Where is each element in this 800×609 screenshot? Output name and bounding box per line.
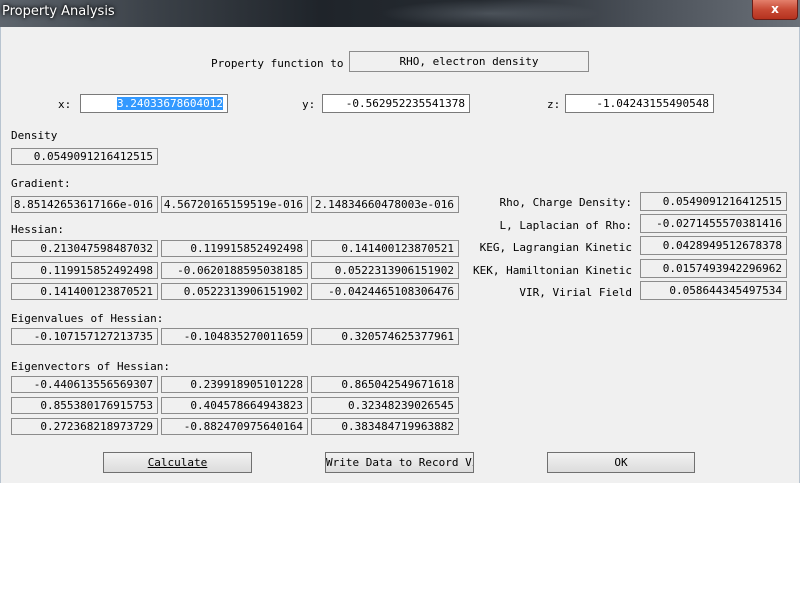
keg-label: KEG, Lagrangian Kinetic	[479, 241, 632, 254]
eigenvector-cell: 0.32348239026545	[311, 397, 459, 414]
kek-label: KEK, Hamiltonian Kinetic	[473, 264, 632, 277]
y-label: y:	[302, 98, 316, 111]
ok-button[interactable]: OK	[547, 452, 695, 473]
eigenvector-cell: 0.855380176915753	[11, 397, 158, 414]
window-title: Property Analysis	[2, 4, 115, 19]
rho-label: Rho, Charge Density:	[499, 196, 632, 209]
property-function-field[interactable]: RHO, electron density	[349, 51, 589, 72]
x-input[interactable]: 3.24033678604012	[80, 94, 228, 113]
gradient-label: Gradient:	[11, 177, 71, 190]
vir-label: VIR, Virial Field	[519, 286, 632, 299]
hessian-cell: 0.0522313906151902	[311, 262, 459, 279]
eigenvectors-label: Eigenvectors of Hessian:	[11, 360, 170, 373]
write-data-button[interactable]: Write Data to Record View	[325, 452, 474, 473]
eigenvector-cell: 0.404578664943823	[161, 397, 308, 414]
z-label: z:	[547, 98, 561, 111]
density-label: Density	[11, 129, 58, 142]
rho-value: 0.0549091216412515	[640, 192, 787, 211]
laplacian-label: L, Laplacian of Rho:	[499, 219, 632, 232]
density-value: 0.0549091216412515	[11, 148, 158, 165]
hessian-cell: 0.119915852492498	[11, 262, 158, 279]
hessian-cell: -0.0424465108306476	[311, 283, 459, 300]
eigenvalue-2: -0.104835270011659	[161, 328, 308, 345]
y-input[interactable]: -0.562952235541378	[322, 94, 470, 113]
eigenvector-cell: 0.239918905101228	[161, 376, 308, 393]
hessian-cell: 0.141400123870521	[11, 283, 158, 300]
title-bar: Property Analysis x	[0, 0, 800, 27]
eigenvalue-1: -0.107157127213735	[11, 328, 158, 345]
property-function-label: Property function to	[211, 57, 344, 70]
eigenvector-cell: 0.272368218973729	[11, 418, 158, 435]
eigenvalues-label: Eigenvalues of Hessian:	[11, 312, 164, 325]
eigenvector-cell: 0.865042549671618	[311, 376, 459, 393]
hessian-cell: 0.0522313906151902	[161, 283, 308, 300]
x-input-value: 3.24033678604012	[117, 97, 223, 110]
kek-value: 0.0157493942296962	[640, 259, 787, 278]
calculate-button[interactable]: Calculate	[103, 452, 252, 473]
gradient-x: 8.85142653617166e-016	[11, 196, 158, 213]
keg-value: 0.0428949512678378	[640, 236, 787, 255]
vir-value: 0.058644345497534	[640, 281, 787, 300]
hessian-cell: -0.0620188595038185	[161, 262, 308, 279]
close-button[interactable]: x	[752, 0, 798, 20]
x-label: x:	[58, 98, 72, 111]
eigenvector-cell: 0.383484719963882	[311, 418, 459, 435]
gradient-z: 2.14834660478003e-016	[311, 196, 459, 213]
hessian-cell: 0.213047598487032	[11, 240, 158, 257]
gradient-y: 4.56720165159519e-016	[161, 196, 308, 213]
eigenvalue-3: 0.320574625377961	[311, 328, 459, 345]
hessian-label: Hessian:	[11, 223, 64, 236]
hessian-cell: 0.141400123870521	[311, 240, 459, 257]
eigenvector-cell: -0.440613556569307	[11, 376, 158, 393]
laplacian-value: -0.0271455570381416	[640, 214, 787, 233]
eigenvector-cell: -0.882470975640164	[161, 418, 308, 435]
hessian-cell: 0.119915852492498	[161, 240, 308, 257]
z-input[interactable]: -1.04243155490548	[565, 94, 714, 113]
